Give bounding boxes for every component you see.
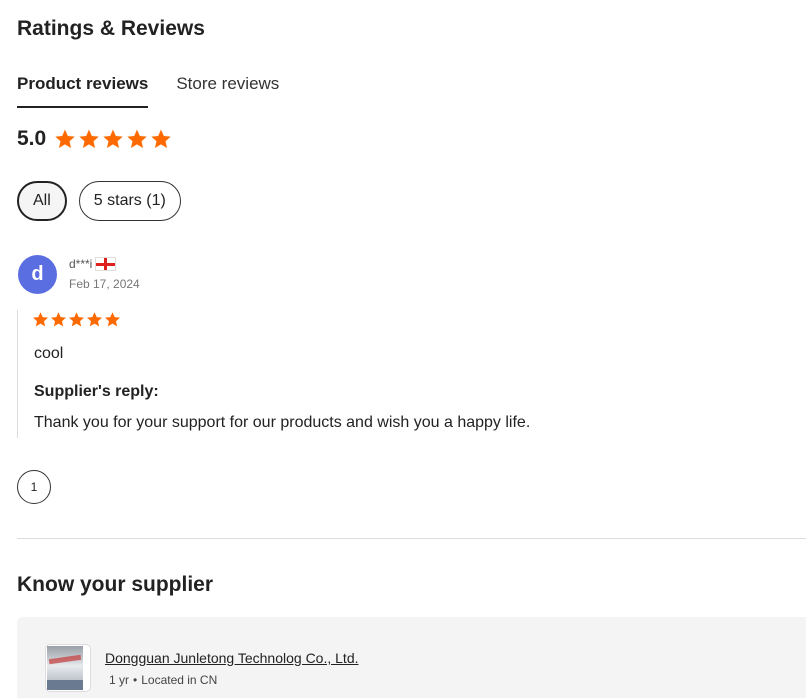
section-divider xyxy=(17,538,806,539)
supplier-meta: 1 yr • Located in CN xyxy=(109,673,217,687)
tab-product-reviews[interactable]: Product reviews xyxy=(17,74,149,108)
supplier-logo[interactable] xyxy=(45,644,91,692)
review-date: Feb 17, 2024 xyxy=(69,277,140,291)
review-filters: All 5 stars (1) xyxy=(17,181,181,221)
rating-stars xyxy=(54,128,172,150)
review-text: cool xyxy=(34,345,64,362)
review-stars xyxy=(32,311,777,328)
supplier-card: Dongguan Junletong Technolog Co., Ltd. 1… xyxy=(17,617,806,698)
filter-all-chip[interactable]: All xyxy=(17,181,67,221)
supplier-reply-text: Thank you for your support for our produ… xyxy=(34,414,531,431)
star-icon xyxy=(68,311,85,328)
star-icon xyxy=(32,311,49,328)
know-your-supplier-title: Know your supplier xyxy=(17,573,214,596)
star-icon xyxy=(104,311,121,328)
star-icon xyxy=(50,311,67,328)
star-icon xyxy=(86,311,103,328)
star-icon xyxy=(150,128,172,150)
star-icon xyxy=(102,128,124,150)
tab-store-reviews[interactable]: Store reviews xyxy=(176,74,279,108)
rating-score: 5.0 xyxy=(17,127,47,150)
georgia-flag-icon xyxy=(95,257,117,271)
ratings-reviews-title: Ratings & Reviews xyxy=(17,17,205,40)
supplier-name-link[interactable]: Dongguan Junletong Technolog Co., Ltd. xyxy=(105,650,359,666)
review-tabs: Product reviews Store reviews xyxy=(17,74,279,108)
rating-summary: 5.0 xyxy=(17,127,172,151)
reviewer-name: d***i xyxy=(69,257,93,271)
page-1-button[interactable]: 1 xyxy=(17,470,51,504)
supplier-reply-label: Supplier's reply: xyxy=(34,383,159,400)
pagination: 1 xyxy=(17,470,51,504)
supplier-years: 1 yr xyxy=(109,673,130,687)
meta-separator: • xyxy=(133,673,138,687)
avatar: d xyxy=(18,255,57,294)
star-icon xyxy=(78,128,100,150)
supplier-location: Located in CN xyxy=(141,673,218,687)
filter-5-stars-chip[interactable]: 5 stars (1) xyxy=(78,181,181,221)
reviews-page: Ratings & Reviews Product reviews Store … xyxy=(0,0,806,698)
reviewer-name-row: d***i xyxy=(69,257,140,271)
reviewer-meta: d***i Feb 17, 2024 xyxy=(69,255,140,294)
review-header: d d***i Feb 17, 2024 xyxy=(18,255,140,294)
star-icon xyxy=(54,128,76,150)
star-icon xyxy=(126,128,148,150)
review-body: cool Supplier's reply: Thank you for you… xyxy=(17,310,777,438)
